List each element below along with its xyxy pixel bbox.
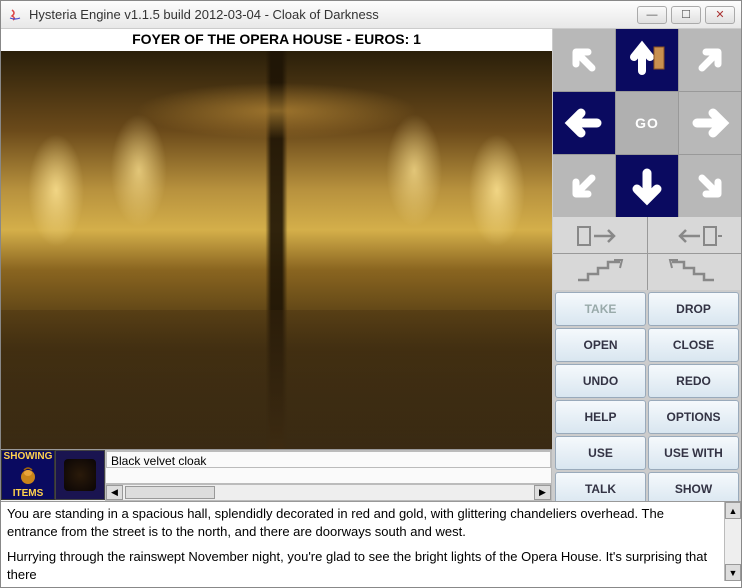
- inventory-bar: SHOWING ITEMS Black velvet cloak ◀: [1, 449, 552, 501]
- narrative-pane: You are standing in a spacious hall, spl…: [1, 501, 741, 581]
- narrative-text: You are standing in a spacious hall, spl…: [1, 502, 724, 581]
- scroll-left-icon[interactable]: ◀: [106, 485, 123, 500]
- showing-label-top: SHOWING: [4, 451, 53, 462]
- showing-label-bottom: ITEMS: [13, 488, 44, 499]
- stairs-down-button[interactable]: [648, 254, 742, 290]
- enter-button[interactable]: [553, 217, 647, 253]
- redo-button[interactable]: REDO: [648, 364, 739, 398]
- compass-e[interactable]: [679, 92, 741, 154]
- exit-button[interactable]: [648, 217, 742, 253]
- maximize-button[interactable]: ☐: [671, 6, 701, 24]
- java-icon: [7, 7, 23, 23]
- window-controls: — ☐ ✕: [637, 6, 735, 24]
- inventory-empty-area: Black velvet cloak: [105, 450, 552, 484]
- use-with-button[interactable]: USE WITH: [648, 436, 739, 470]
- showing-items-toggle[interactable]: SHOWING ITEMS: [1, 450, 55, 500]
- location-header: FOYER OF THE OPERA HOUSE - EUROS: 1: [1, 29, 552, 51]
- scroll-thumb[interactable]: [125, 486, 215, 499]
- inventory-hscrollbar[interactable]: ◀ ▶: [105, 484, 552, 501]
- compass-grid: GO: [553, 29, 741, 217]
- use-button[interactable]: USE: [555, 436, 646, 470]
- compass-n[interactable]: [616, 29, 678, 91]
- compass-ne[interactable]: [679, 29, 741, 91]
- drop-button[interactable]: DROP: [648, 292, 739, 326]
- compass-se[interactable]: [679, 155, 741, 217]
- selected-item-label: Black velvet cloak: [106, 451, 551, 468]
- narrative-vscrollbar[interactable]: ▲ ▼: [724, 502, 741, 581]
- move-buttons: [553, 217, 741, 290]
- minimize-button[interactable]: —: [637, 6, 667, 24]
- vscroll-track[interactable]: [725, 519, 741, 564]
- inventory-slot-cloak[interactable]: [55, 450, 105, 500]
- titlebar: Hysteria Engine v1.1.5 build 2012-03-04 …: [1, 1, 741, 29]
- narrative-p1: You are standing in a spacious hall, spl…: [7, 505, 718, 540]
- right-pane: GO TAKE DROP OPEN CLOSE UN: [553, 29, 741, 501]
- left-pane: FOYER OF THE OPERA HOUSE - EUROS: 1 SHOW…: [1, 29, 553, 501]
- compass-s[interactable]: [616, 155, 678, 217]
- close-action-button[interactable]: CLOSE: [648, 328, 739, 362]
- upper-pane: FOYER OF THE OPERA HOUSE - EUROS: 1 SHOW…: [1, 29, 741, 501]
- compass-w[interactable]: [553, 92, 615, 154]
- inventory-scroll-area: Black velvet cloak ◀ ▶: [105, 450, 552, 501]
- narrative-p2: Hurrying through the rainswept November …: [7, 548, 718, 581]
- take-button[interactable]: TAKE: [555, 292, 646, 326]
- scroll-down-icon[interactable]: ▼: [725, 564, 741, 581]
- options-button[interactable]: OPTIONS: [648, 400, 739, 434]
- scene-image: [1, 51, 552, 449]
- compass-sw[interactable]: [553, 155, 615, 217]
- help-button[interactable]: HELP: [555, 400, 646, 434]
- scroll-right-icon[interactable]: ▶: [534, 485, 551, 500]
- content-area: FOYER OF THE OPERA HOUSE - EUROS: 1 SHOW…: [1, 29, 741, 587]
- spacer: [7, 540, 718, 548]
- action-grid: TAKE DROP OPEN CLOSE UNDO REDO HELP OPTI…: [553, 290, 741, 508]
- window-title: Hysteria Engine v1.1.5 build 2012-03-04 …: [29, 7, 637, 22]
- compass-nw[interactable]: [553, 29, 615, 91]
- app-window: Hysteria Engine v1.1.5 build 2012-03-04 …: [0, 0, 742, 588]
- stairs-up-button[interactable]: [553, 254, 647, 290]
- backpack-icon: [17, 464, 39, 486]
- open-button[interactable]: OPEN: [555, 328, 646, 362]
- scroll-up-icon[interactable]: ▲: [725, 502, 741, 519]
- close-button[interactable]: ✕: [705, 6, 735, 24]
- compass-go-button[interactable]: GO: [616, 92, 678, 154]
- undo-button[interactable]: UNDO: [555, 364, 646, 398]
